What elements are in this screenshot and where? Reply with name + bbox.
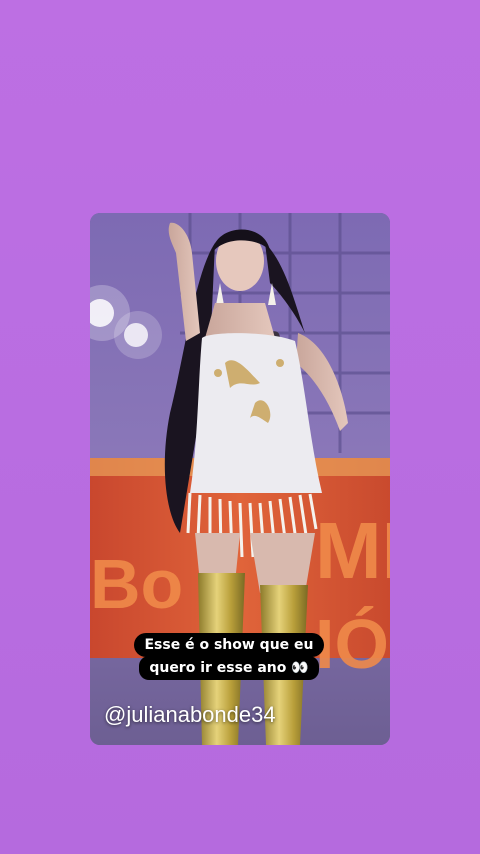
svg-text:Bo: Bo: [90, 545, 183, 623]
username-watermark: @julianabonde34: [104, 702, 276, 727]
caption-line-2: quero ir esse ano 👀: [139, 656, 319, 680]
caption-sticker[interactable]: Esse é o show que eu quero ir esse ano 👀: [118, 633, 340, 680]
caption-line-1: Esse é o show que eu: [134, 633, 324, 657]
svg-text:ME: ME: [315, 506, 390, 595]
